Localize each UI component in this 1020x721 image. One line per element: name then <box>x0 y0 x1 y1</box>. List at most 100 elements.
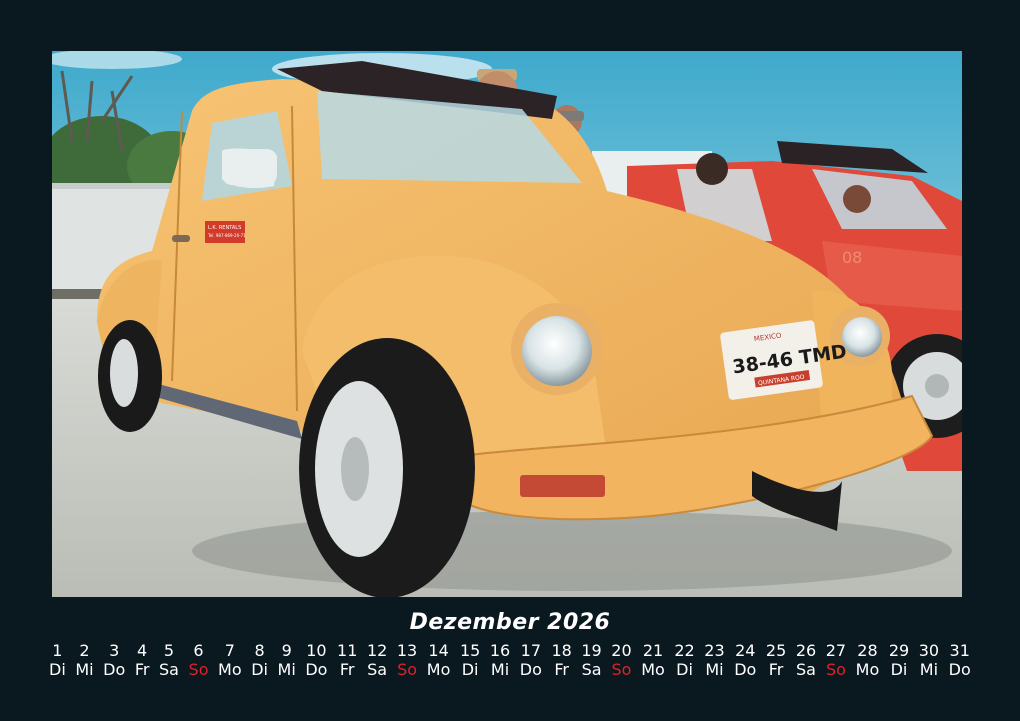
weekday-label: Fr <box>768 660 784 679</box>
day-number: 31 <box>949 641 970 660</box>
month-title: Dezember 2026 <box>409 610 611 635</box>
calendar-day: 1 Di <box>49 641 66 679</box>
weekday-label: Mi <box>277 660 296 679</box>
calendar-day: 17 Do <box>520 641 542 679</box>
calendar-day: 10 Do <box>305 641 327 679</box>
headlight <box>522 316 592 386</box>
day-number: 21 <box>642 641 664 660</box>
weekday-label: Mo <box>426 660 451 679</box>
calendar-day: 20 So <box>611 641 631 679</box>
day-number: 24 <box>735 641 756 660</box>
calendar-day: 12 Sa <box>367 641 387 679</box>
day-number: 8 <box>254 641 265 660</box>
calendar-day: 5 Sa <box>159 641 179 679</box>
day-number: 2 <box>79 641 90 660</box>
weekday-label: Fr <box>134 660 150 679</box>
weekday-label: Do <box>948 660 971 679</box>
day-number: 15 <box>459 641 481 660</box>
calendar-day: 28 Mo <box>856 641 880 679</box>
weekday-label: Sa <box>581 660 602 679</box>
weekday-label: Mo <box>218 660 242 679</box>
day-number: 6 <box>193 641 204 660</box>
weekday-label: Di <box>49 660 66 679</box>
calendar-day: 27 So <box>826 641 846 679</box>
day-number: 30 <box>918 641 940 660</box>
calendar-day: 23 Mi <box>704 641 724 679</box>
day-number: 3 <box>109 641 120 660</box>
weekday-label: Mi <box>490 660 510 679</box>
day-number: 14 <box>428 641 449 660</box>
weekday-label: Di <box>461 660 479 679</box>
calendar-day: 13 So <box>397 641 417 679</box>
calendar-day: 6 So <box>189 641 209 679</box>
calendar-day-strip: 1 Di 2 Mi 3 Do 4 Fr 5 Sa 6 So 7 Mo 8 Di 9 Mi 10 Do 11 Fr 12 Sa 1… <box>49 641 971 679</box>
day-number: 25 <box>765 641 787 660</box>
day-number: 27 <box>825 641 847 660</box>
calendar-day: 7 Mo <box>218 641 242 679</box>
weekday-label: Di <box>676 660 693 679</box>
day-number: 22 <box>674 641 695 660</box>
weekday-label: Mo <box>855 660 880 679</box>
day-number: 5 <box>163 641 175 660</box>
weekday-label: Do <box>305 660 328 679</box>
calendar-day: 31 Do <box>949 641 971 679</box>
calendar-day: 26 Sa <box>796 641 816 679</box>
day-number: 12 <box>366 641 388 660</box>
day-number: 13 <box>396 641 418 660</box>
weekday-label: Sa <box>367 660 388 679</box>
calendar-day: 3 Do <box>103 641 125 679</box>
day-number: 1 <box>52 641 63 660</box>
door-sign-line1: L.K. RENTALS <box>208 225 241 231</box>
weekday-label: Mi <box>705 660 724 679</box>
day-number: 26 <box>795 641 817 660</box>
weekday-label: So <box>611 660 632 679</box>
day-number: 19 <box>581 641 602 660</box>
day-number: 18 <box>551 641 572 660</box>
calendar-day: 9 Mi <box>278 641 296 679</box>
weekday-label: Do <box>103 660 126 679</box>
weekday-label: Di <box>890 660 908 679</box>
weekday-label: Mo <box>641 660 665 679</box>
calendar-day: 24 Do <box>734 641 756 679</box>
calendar-day: 8 Di <box>251 641 268 679</box>
weekday-label: Do <box>734 660 757 679</box>
door-sign-line2: Tel. 987-869-20-71 <box>207 233 246 238</box>
calendar-day: 22 Di <box>674 641 694 679</box>
calendar-day: 2 Mi <box>75 641 93 679</box>
weekday-label: Mi <box>919 660 939 679</box>
calendar-day: 30 Mi <box>919 641 939 679</box>
weekday-label: So <box>188 660 209 679</box>
weekday-label: So <box>397 660 418 679</box>
calendar-day: 25 Fr <box>766 641 786 679</box>
red-car-number: 08 <box>842 248 862 267</box>
calendar-day: 16 Mi <box>490 641 510 679</box>
day-number: 20 <box>611 641 632 660</box>
day-number: 10 <box>306 641 327 660</box>
day-number: 17 <box>520 641 542 660</box>
weekday-label: Mi <box>75 660 94 679</box>
day-number: 7 <box>224 641 235 660</box>
vw-beetle-photo: 08 L.K. RENTALS Tel. 987-869-20-71 MEXIC… <box>52 51 962 597</box>
day-number: 16 <box>489 641 511 660</box>
day-number: 23 <box>704 641 725 660</box>
calendar-day: 11 Fr <box>337 641 357 679</box>
weekday-label: Fr <box>554 660 569 679</box>
calendar-day: 18 Fr <box>551 641 571 679</box>
day-number: 4 <box>137 641 148 660</box>
day-number: 9 <box>281 641 292 660</box>
weekday-label: Di <box>251 660 268 679</box>
calendar-day: 14 Mo <box>427 641 451 679</box>
weekday-label: Fr <box>339 660 355 679</box>
calendar-day: 21 Mo <box>641 641 665 679</box>
day-number: 29 <box>888 641 910 660</box>
day-number: 11 <box>337 641 358 660</box>
weekday-label: Sa <box>159 660 179 679</box>
calendar-day: 4 Fr <box>135 641 150 679</box>
day-number: 28 <box>857 641 878 660</box>
calendar-day: 29 Di <box>889 641 909 679</box>
weekday-label: Do <box>519 660 542 679</box>
calendar-day: 15 Di <box>460 641 480 679</box>
calendar-day: 19 Sa <box>581 641 601 679</box>
weekday-label: Sa <box>796 660 816 679</box>
weekday-label: So <box>825 660 846 679</box>
